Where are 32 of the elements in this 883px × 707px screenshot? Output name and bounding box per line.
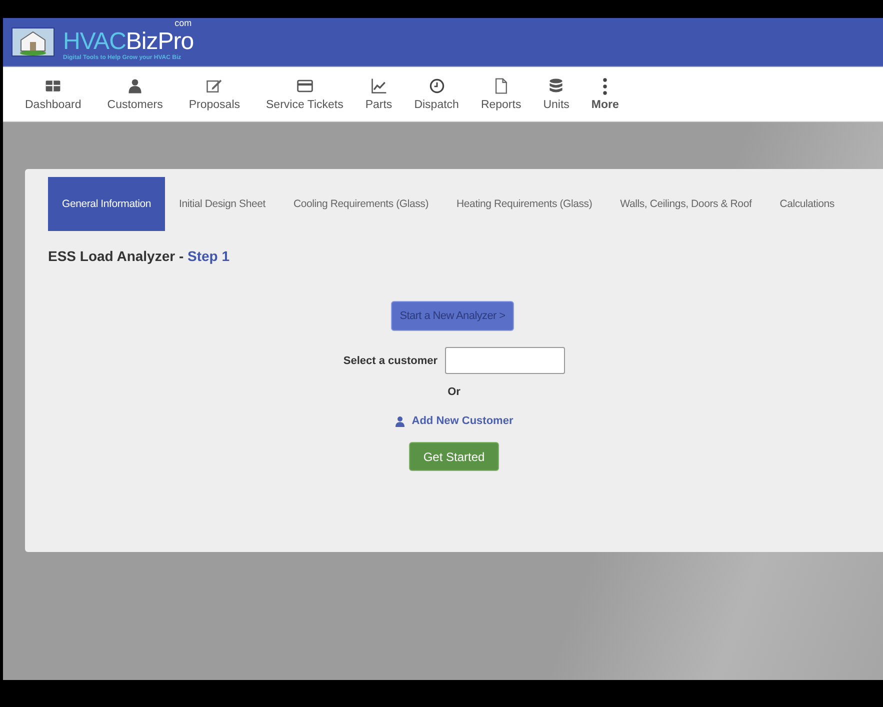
tab[interactable]: Walls, Ceilings, Doors & Roof [606,177,766,231]
or-label: Or [448,386,460,398]
nav-item[interactable]: Parts [354,77,404,111]
nav-item[interactable]: Dashboard [11,77,96,111]
logo-suffix: com [174,19,192,28]
line-chart-icon [370,77,388,95]
nav-item[interactable]: Service Tickets [255,77,354,111]
page-heading: ESS Load Analyzer - Step 1 [48,248,231,264]
customer-field[interactable] [444,347,565,374]
clock-icon [428,77,446,95]
card-icon [296,77,314,95]
get-started-button[interactable]: Get Started [409,442,499,471]
nav-item[interactable]: Reports [470,77,532,111]
tab[interactable]: Cooling Requirements (Glass) [279,177,443,231]
customer-label: Select a customer [343,354,438,366]
nav-item[interactable]: Proposals [178,77,256,111]
tab[interactable]: Heating Requirements (Glass) [442,177,606,231]
nav-item[interactable]: More [580,78,630,110]
edit-icon [205,77,224,95]
more-icon [603,78,608,94]
nav-item[interactable]: Dispatch [403,77,470,111]
tab[interactable]: Initial Design Sheet [165,177,280,231]
logo-name: HVACBizPro [63,29,194,54]
nav-item[interactable]: Customers [96,77,178,111]
tab[interactable]: General Information [48,177,165,231]
person-icon [394,416,405,426]
house-logo-icon [11,27,55,57]
person-icon [126,77,144,95]
tab[interactable]: Calculations [766,177,848,231]
add-customer-link[interactable]: Add New Customer [394,415,514,427]
database-icon [547,77,566,95]
nav-item[interactable]: Units [532,77,580,111]
